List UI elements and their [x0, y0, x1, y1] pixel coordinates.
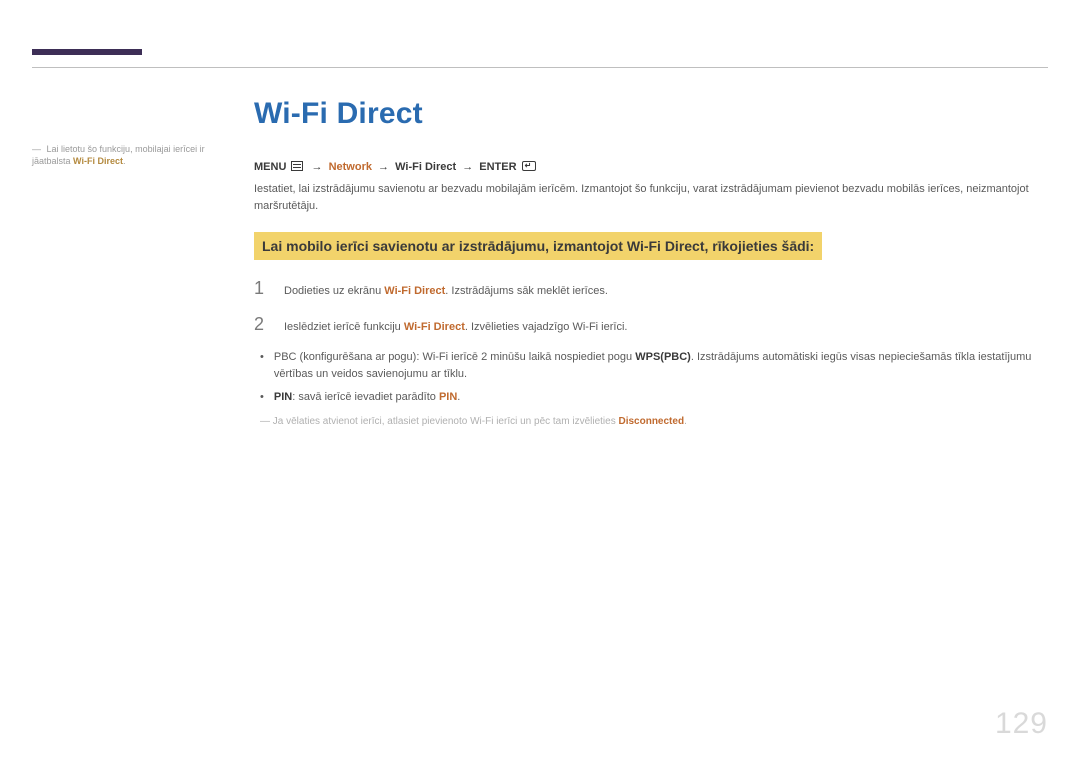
bullet-dot-icon: • [260, 389, 264, 406]
bullet-text-bold: WPS(PBC) [635, 351, 691, 363]
breadcrumb-arrow: → [459, 161, 476, 173]
sidebar-note: ― Lai lietotu šo funkciju, mobilajai ier… [32, 143, 230, 167]
footnote-post: . [684, 416, 687, 427]
breadcrumb-arrow: → [309, 161, 326, 173]
intro-paragraph: Iestatiet, lai izstrādājumu savienotu ar… [254, 181, 1048, 214]
footnote: ― Ja vēlaties atvienot ierīci, atlasiet … [260, 414, 1048, 429]
step-text-em: Wi-Fi Direct [404, 321, 465, 333]
bullet-text-em: PIN [439, 391, 457, 403]
header-accent-bar [32, 49, 142, 55]
breadcrumb-enter: ENTER [479, 161, 516, 173]
breadcrumb-wifidirect: Wi-Fi Direct [395, 161, 456, 173]
header-rule [32, 67, 1048, 68]
step-item: 1 Dodieties uz ekrānu Wi-Fi Direct. Izst… [254, 278, 1048, 300]
step-item: 2 Ieslēdziet ierīcē funkciju Wi-Fi Direc… [254, 314, 1048, 336]
sidebar-note-dash: ― [32, 144, 41, 154]
page-number: 129 [995, 707, 1048, 741]
breadcrumb-arrow: → [375, 161, 392, 173]
bullet-item: • PIN: savā ierīcē ievadiet parādīto PIN… [260, 389, 1048, 406]
bullet-text: PBC (konfigurēšana ar pogu): Wi-Fi ierīc… [274, 349, 1048, 383]
enter-glyph-icon [522, 161, 536, 171]
breadcrumb: MENU → Network → Wi-Fi Direct → ENTER [254, 161, 1048, 173]
step-text: Ieslēdziet ierīcē funkciju Wi-Fi Direct.… [284, 319, 627, 336]
step-text: Dodieties uz ekrānu Wi-Fi Direct. Izstrā… [284, 283, 608, 300]
sidebar-note-text-b: . [123, 156, 126, 166]
main-content: Wi-Fi Direct MENU → Network → Wi-Fi Dire… [254, 97, 1048, 429]
step-text-pre: Dodieties uz ekrānu [284, 285, 384, 297]
step-number: 2 [254, 314, 268, 335]
breadcrumb-menu: MENU [254, 161, 286, 173]
bullet-lead-bold: PIN [274, 391, 292, 403]
step-text-post: . Izstrādājums sāk meklēt ierīces. [445, 285, 608, 297]
step-text-post: . Izvēlieties vajadzīgo Wi-Fi ierīci. [465, 321, 628, 333]
step-text-pre: Ieslēdziet ierīcē funkciju [284, 321, 404, 333]
page-title: Wi-Fi Direct [254, 97, 1048, 131]
breadcrumb-network: Network [329, 161, 372, 173]
footnote-pre: Ja vēlaties atvienot ierīci, atlasiet pi… [273, 416, 619, 427]
bullet-text-pre: : savā ierīcē ievadiet parādīto [292, 391, 439, 403]
bullet-text: PIN: savā ierīcē ievadiet parādīto PIN. [274, 389, 1048, 406]
step-text-em: Wi-Fi Direct [384, 285, 445, 297]
sidebar-note-em: Wi-Fi Direct [73, 156, 123, 166]
bullet-list: • PBC (konfigurēšana ar pogu): Wi-Fi ier… [260, 349, 1048, 406]
highlight-heading: Lai mobilo ierīci savienotu ar izstrādāj… [254, 232, 822, 260]
footnote-dash: ― [260, 416, 270, 427]
step-list: 1 Dodieties uz ekrānu Wi-Fi Direct. Izst… [254, 278, 1048, 335]
bullet-text-post: . [457, 391, 460, 403]
menu-glyph-icon [291, 161, 303, 171]
bullet-text-pre: PBC (konfigurēšana ar pogu): Wi-Fi ierīc… [274, 351, 635, 363]
bullet-item: • PBC (konfigurēšana ar pogu): Wi-Fi ier… [260, 349, 1048, 383]
bullet-dot-icon: • [260, 349, 264, 383]
step-number: 1 [254, 278, 268, 299]
footnote-em: Disconnected [618, 416, 684, 427]
